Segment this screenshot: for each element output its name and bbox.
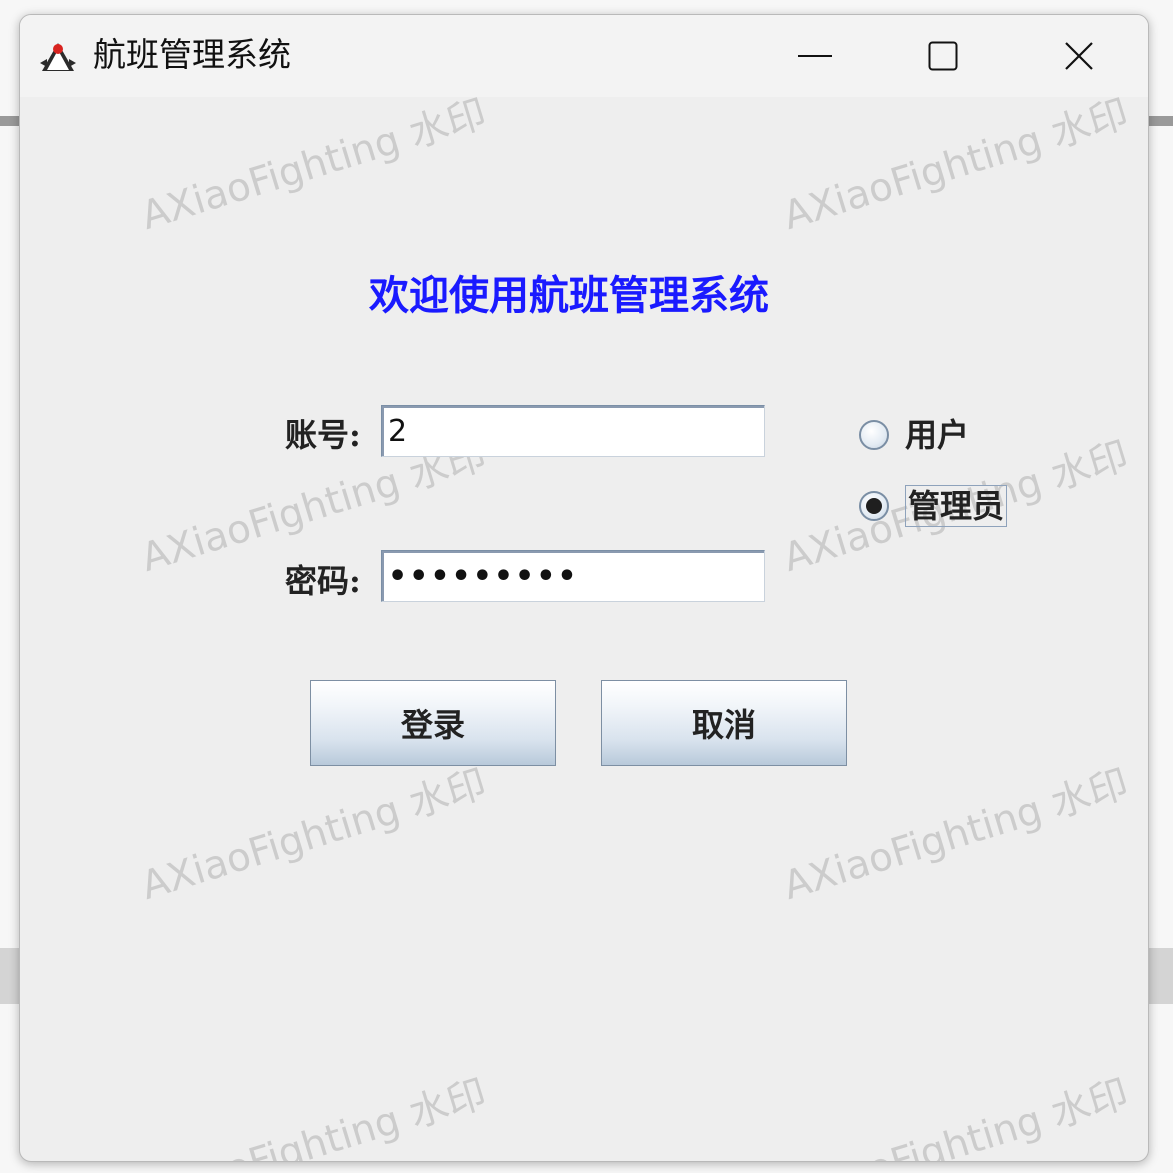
watermark: AXiaoFighting 水印 bbox=[778, 91, 1134, 240]
java-duke-icon bbox=[38, 37, 78, 77]
watermark: AXiaoFighting 水印 bbox=[136, 91, 492, 240]
password-label: 密码: bbox=[285, 562, 361, 600]
minimize-button[interactable] bbox=[770, 25, 860, 87]
watermark: AXiaoFighting 水印 bbox=[778, 761, 1134, 910]
radio-button-icon bbox=[859, 420, 889, 450]
title-bar[interactable]: 航班管理系统 bbox=[20, 15, 1148, 97]
welcome-heading: 欢迎使用航班管理系统 bbox=[369, 272, 769, 319]
window-title: 航班管理系统 bbox=[93, 35, 291, 74]
radio-button-selected-icon bbox=[859, 491, 889, 521]
login-button[interactable]: 登录 bbox=[310, 680, 556, 766]
role-label: 用户 bbox=[905, 416, 970, 454]
close-icon bbox=[1064, 41, 1094, 71]
background-window-edge bbox=[0, 116, 19, 126]
account-label: 账号: bbox=[285, 416, 361, 454]
maximize-icon bbox=[928, 41, 958, 71]
close-button[interactable] bbox=[1034, 25, 1124, 87]
account-input[interactable] bbox=[381, 405, 765, 457]
role-label: 管理员 bbox=[905, 485, 1008, 527]
role-radio-user[interactable]: 用户 bbox=[859, 415, 969, 455]
watermark: AXiaoFighting 水印 bbox=[136, 1071, 492, 1162]
watermark: AXiaoFighting 水印 bbox=[778, 1071, 1134, 1162]
cancel-button[interactable]: 取消 bbox=[601, 680, 847, 766]
watermark: AXiaoFighting 水印 bbox=[136, 761, 492, 910]
maximize-button[interactable] bbox=[898, 25, 988, 87]
minimize-icon bbox=[798, 54, 832, 58]
login-window: 航班管理系统 AXiaoFighting 水印 AXiaoFighting 水印… bbox=[19, 14, 1149, 1162]
background-window-edge bbox=[1147, 116, 1173, 126]
role-radio-admin[interactable]: 管理员 bbox=[859, 485, 1008, 527]
password-input[interactable] bbox=[381, 550, 765, 602]
